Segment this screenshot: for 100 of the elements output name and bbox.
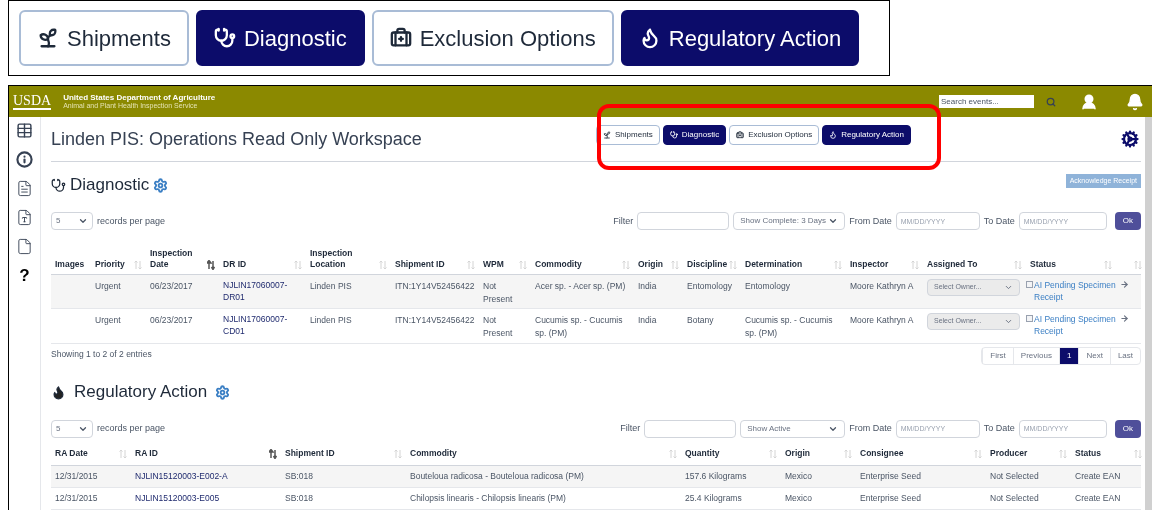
tab[interactable]: Regulatory Action [620,10,860,66]
sort-icon[interactable] [622,259,630,270]
arrow-right-icon[interactable] [1120,314,1129,324]
info-icon[interactable] [16,151,33,168]
column-header[interactable]: Origin [638,259,664,270]
sort-icon[interactable] [134,259,142,270]
page-size-select[interactable]: 5 [51,212,93,231]
column-header[interactable]: Inspector [850,259,889,270]
sort-icon[interactable] [1134,448,1142,459]
sort-icon[interactable] [394,448,402,459]
sort-icon[interactable] [379,259,387,270]
sort-icon[interactable] [911,259,919,270]
sort-icon[interactable] [1059,448,1067,459]
status-checkbox[interactable] [1026,315,1033,323]
records-per-page-label: records per page [97,214,166,228]
pdf-icon[interactable] [16,209,33,226]
sort-icon[interactable] [769,448,777,459]
table-icon[interactable] [16,122,33,139]
column-header[interactable]: Determination [745,259,803,270]
blank-page-icon[interactable] [16,238,33,255]
sort-icon[interactable] [834,259,842,270]
table-cell: Acer sp. - Acer sp. (PM) [535,280,626,291]
sort-icon[interactable] [669,448,677,459]
sort-icon[interactable] [119,448,127,459]
sort-icon[interactable] [671,259,679,270]
column-header[interactable]: Status [1030,259,1056,270]
sort-ascending-icon[interactable] [207,259,215,270]
search-field[interactable]: Search events... [939,95,1034,108]
column-header[interactable]: Commodity [535,259,582,270]
sort-icon[interactable] [294,259,302,270]
tab[interactable]: Shipments [19,10,189,66]
filter-field[interactable] [637,212,730,231]
sort-icon[interactable] [519,259,527,270]
column-header[interactable]: RA Date [55,447,88,460]
column-header[interactable]: Discipline [687,259,728,270]
column-header[interactable]: Status [1075,447,1101,460]
sort-ascending-icon[interactable] [269,448,277,459]
column-header[interactable]: Inspection Date [150,248,207,270]
tab[interactable]: Diagnostic [195,10,365,66]
dr-id-link[interactable]: NJLIN17060007-CD01 [223,314,293,338]
column-header[interactable]: Commodity [410,447,457,460]
sort-icon[interactable] [1014,259,1022,270]
sort-icon[interactable] [729,259,737,270]
ok-button[interactable]: Ok [1114,419,1141,438]
page-size-value: 5 [56,215,61,228]
pagination-button[interactable]: Previous [1012,347,1059,364]
table-cell: Urgent [95,315,121,326]
show-select[interactable]: Show Complete: 3 Days [733,212,846,231]
ok-button[interactable]: Ok [1114,212,1141,231]
table-cell: 06/23/2017 [150,315,193,326]
tab[interactable]: Regulatory Action [822,125,911,146]
column-header[interactable]: Priority [95,259,125,270]
search-icon[interactable] [1046,96,1056,107]
filter-field[interactable] [644,419,737,438]
help-link[interactable]: ? [19,267,30,284]
status-link[interactable]: AI Pending Specimen Receipt [1034,314,1116,338]
dr-id-link[interactable]: NJLIN17060007-DR01 [223,279,293,304]
bell-icon[interactable] [1126,92,1144,111]
ra-id-link[interactable]: NJLIN15120003-E005 [135,492,220,505]
column-header[interactable]: Assigned To [927,259,978,270]
column-header[interactable]: Quantity [685,447,720,460]
document-icon[interactable] [16,180,33,197]
tab[interactable]: Exclusion Options [371,10,614,66]
column-header[interactable]: Images [55,259,85,270]
pagination-button[interactable]: Last [1109,347,1140,364]
column-header[interactable]: RA ID [135,447,158,460]
status-link[interactable]: AI Pending Specimen Receipt [1034,279,1116,304]
status-checkbox[interactable] [1026,280,1033,288]
column-header[interactable]: Consignee [860,447,904,460]
sort-icon[interactable] [1104,259,1112,270]
column-header[interactable]: Producer [990,447,1028,460]
show-select[interactable]: Show Active [740,419,846,438]
user-icon[interactable] [1080,92,1098,111]
column-header[interactable]: Shipment ID [285,447,335,460]
medical-case-icon [736,131,745,140]
page-size-select[interactable]: 5 [51,419,93,438]
table-cell: ITN:1Y14V52456422 [395,280,475,291]
sort-icon[interactable] [1134,259,1142,270]
sort-icon[interactable] [974,448,982,459]
pagination-button[interactable]: 1 [1058,347,1079,364]
settings-icon[interactable] [1121,130,1139,149]
column-header[interactable]: Shipment ID [395,259,445,270]
table-cell: Urgent [95,280,121,291]
sort-icon[interactable] [467,259,475,270]
table-cell: Not Selected [990,470,1039,483]
sort-icon[interactable] [844,448,852,459]
pagination-button[interactable]: Next [1078,347,1110,364]
tab[interactable]: Shipments [596,125,660,146]
table-cell: 25.4 Kilograms [685,492,742,505]
ra-id-link[interactable]: NJLIN15120003-E002-A [135,470,228,483]
pagination-button[interactable]: First [982,347,1013,364]
scrollbar[interactable] [1145,117,1152,510]
column-header[interactable]: WPM [483,259,504,270]
column-header[interactable]: DR ID [223,259,247,270]
column-header[interactable]: Origin [785,447,811,460]
table-cell: India [638,315,657,326]
arrow-right-icon[interactable] [1120,279,1129,289]
column-header[interactable]: Inspection Location [310,248,379,270]
tab[interactable]: Diagnostic [662,125,727,146]
tab[interactable]: Exclusion Options [729,125,820,146]
